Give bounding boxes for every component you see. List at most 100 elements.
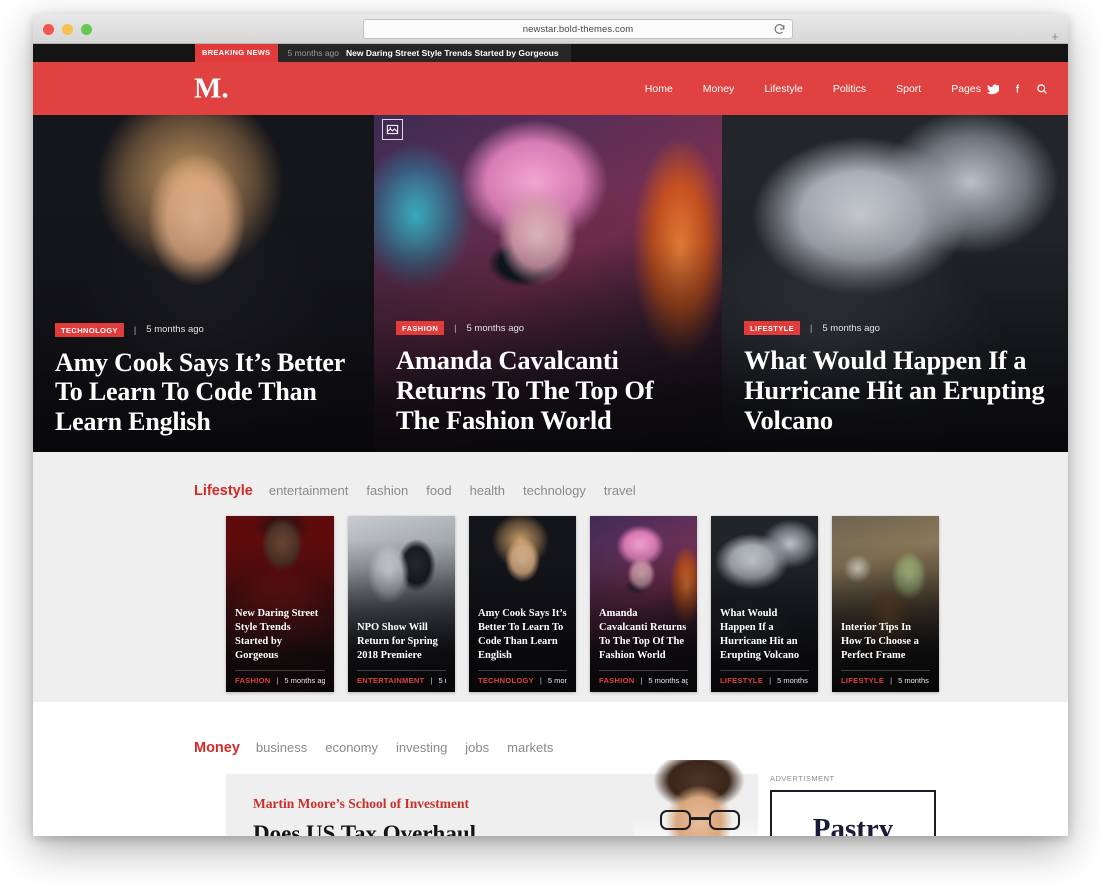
site-logo[interactable]: M. (194, 74, 229, 103)
reload-icon[interactable] (773, 23, 786, 36)
breaking-news-bar: BREAKING NEWS 5 months ago New Daring St… (33, 44, 1068, 62)
list-item[interactable]: Amanda Cavalcanti Returns To The Top Of … (590, 516, 697, 692)
card-title[interactable]: Amanda Cavalcanti Returns To The Top Of … (599, 607, 688, 663)
category-badge[interactable]: FASHION (396, 321, 445, 336)
tab-fashion[interactable]: fashion (366, 483, 426, 498)
money-tabs: Money business economy investing jobs ma… (33, 740, 1068, 756)
breaking-news-time: 5 months ago (287, 48, 340, 58)
meta-separator: | (769, 676, 772, 685)
maximize-window-button[interactable] (81, 24, 92, 35)
card-title[interactable]: Amy Cook Says It’s Better To Learn To Co… (478, 607, 567, 663)
browser-titlebar: newstar.bold-themes.com + (33, 14, 1068, 44)
list-item[interactable]: New Daring Street Style Trends Started b… (226, 516, 334, 692)
hero-card-technology[interactable]: TECHNOLOGY | 5 months ago Amy Cook Says … (33, 115, 374, 452)
nav-item-sport[interactable]: Sport (881, 83, 936, 95)
meta-separator: | (276, 676, 279, 685)
nav-item-politics[interactable]: Politics (818, 83, 881, 95)
card-date: 5 months (547, 676, 567, 685)
category-badge[interactable]: TECHNOLOGY (55, 322, 124, 337)
hero-card-fashion[interactable]: FASHION | 5 months ago Amanda Cavalcanti… (374, 115, 722, 452)
meta-separator: | (430, 676, 433, 685)
list-item[interactable]: NPO Show Will Return for Spring 2018 Pre… (348, 516, 455, 692)
card-body: New Daring Street Style Trends Started b… (226, 607, 334, 692)
list-item[interactable]: Interior Tips In How To Choose a Perfect… (832, 516, 939, 692)
list-item[interactable]: What Would Happen If a Hurricane Hit an … (711, 516, 818, 692)
advertisement-banner[interactable]: Pastry (770, 790, 936, 836)
card-category[interactable]: FASHION (235, 676, 270, 685)
tab-business[interactable]: business (256, 740, 325, 755)
browser-window: newstar.bold-themes.com + BREAKING NEWS … (33, 14, 1068, 836)
lifestyle-tabs: Lifestyle entertainment fashion food hea… (33, 483, 1068, 499)
hero-slider: TECHNOLOGY | 5 months ago Amy Cook Says … (33, 115, 1068, 452)
eyeglasses-icon (660, 810, 740, 830)
breaking-news-item[interactable]: 5 months ago New Daring Street Style Tre… (277, 44, 571, 62)
tab-health[interactable]: health (470, 483, 523, 498)
meta-separator: | (810, 323, 813, 334)
site-header: M. Home Money Lifestyle Politics Sport P… (33, 62, 1068, 115)
card-date: 5 months ago (898, 676, 930, 685)
meta-separator: | (454, 323, 457, 334)
search-icon[interactable] (1036, 83, 1048, 95)
hero-meta: LIFESTYLE | 5 months ago (744, 321, 1046, 336)
list-item[interactable]: Amy Cook Says It’s Better To Learn To Co… (469, 516, 576, 692)
hero-title[interactable]: Amy Cook Says It’s Better To Learn To Co… (55, 348, 352, 436)
tab-food[interactable]: food (426, 483, 469, 498)
card-title[interactable]: Interior Tips In How To Choose a Perfect… (841, 621, 930, 663)
tab-technology[interactable]: technology (523, 483, 604, 498)
tab-money-active[interactable]: Money (194, 740, 256, 756)
card-category[interactable]: FASHION (599, 676, 634, 685)
new-tab-button[interactable]: + (1048, 30, 1062, 44)
card-category[interactable]: TECHNOLOGY (478, 676, 534, 685)
tab-markets[interactable]: markets (507, 740, 571, 755)
card-body: Interior Tips In How To Choose a Perfect… (832, 621, 939, 692)
card-body: Amanda Cavalcanti Returns To The Top Of … (590, 607, 697, 692)
card-date: 5 months ago (284, 676, 325, 685)
card-title[interactable]: What Would Happen If a Hurricane Hit an … (720, 607, 809, 663)
hero-caption: LIFESTYLE | 5 months ago What Would Happ… (722, 321, 1068, 452)
image-gallery-icon (382, 119, 403, 140)
nav-item-money[interactable]: Money (688, 83, 750, 95)
hero-title[interactable]: What Would Happen If a Hurricane Hit an … (744, 345, 1046, 436)
card-meta: FASHION | 5 months ago (235, 670, 325, 685)
tab-economy[interactable]: economy (325, 740, 396, 755)
card-category[interactable]: LIFESTYLE (841, 676, 884, 685)
hero-card-lifestyle[interactable]: LIFESTYLE | 5 months ago What Would Happ… (722, 115, 1068, 452)
card-body: NPO Show Will Return for Spring 2018 Pre… (348, 621, 455, 692)
window-controls[interactable] (43, 24, 92, 35)
tab-travel[interactable]: travel (604, 483, 654, 498)
card-meta: LIFESTYLE | 5 months ago (720, 670, 809, 685)
advertisement-block: ADVERTISMENT Pastry (770, 774, 936, 836)
card-date: 5 months ago (777, 676, 809, 685)
hero-date: 5 months ago (822, 322, 880, 334)
tab-investing[interactable]: investing (396, 740, 465, 755)
meta-separator: | (890, 676, 893, 685)
card-title[interactable]: NPO Show Will Return for Spring 2018 Pre… (357, 621, 446, 663)
advertisement-text: Pastry (812, 812, 894, 837)
hero-date: 5 months ago (466, 322, 525, 334)
nav-item-home[interactable]: Home (630, 83, 688, 95)
close-window-button[interactable] (43, 24, 54, 35)
main-navigation: Home Money Lifestyle Politics Sport Page… (630, 83, 996, 95)
card-category[interactable]: ENTERTAINMENT (357, 676, 425, 685)
tab-jobs[interactable]: jobs (465, 740, 507, 755)
tab-entertainment[interactable]: entertainment (269, 483, 367, 498)
header-social-icons (987, 83, 1048, 95)
card-date: 5 mon (438, 676, 446, 685)
hero-title[interactable]: Amanda Cavalcanti Returns To The Top Of … (396, 345, 700, 436)
card-category[interactable]: LIFESTYLE (720, 676, 763, 685)
card-meta: ENTERTAINMENT | 5 mon (357, 670, 446, 685)
card-meta: LIFESTYLE | 5 months ago (841, 670, 930, 685)
tab-lifestyle-active[interactable]: Lifestyle (194, 483, 269, 499)
facebook-icon[interactable] (1012, 83, 1023, 94)
breaking-news-title[interactable]: New Daring Street Style Trends Started b… (346, 48, 559, 58)
category-badge[interactable]: LIFESTYLE (744, 321, 801, 336)
hero-meta: FASHION | 5 months ago (396, 321, 700, 336)
card-meta: TECHNOLOGY | 5 months (478, 670, 567, 685)
card-title[interactable]: New Daring Street Style Trends Started b… (235, 607, 325, 663)
money-content: Martin Moore’s School of Investment Does… (33, 760, 1068, 836)
minimize-window-button[interactable] (62, 24, 73, 35)
address-bar[interactable]: newstar.bold-themes.com (363, 19, 793, 39)
hero-meta: TECHNOLOGY | 5 months ago (55, 322, 352, 337)
twitter-icon[interactable] (987, 83, 999, 95)
nav-item-lifestyle[interactable]: Lifestyle (749, 83, 818, 95)
